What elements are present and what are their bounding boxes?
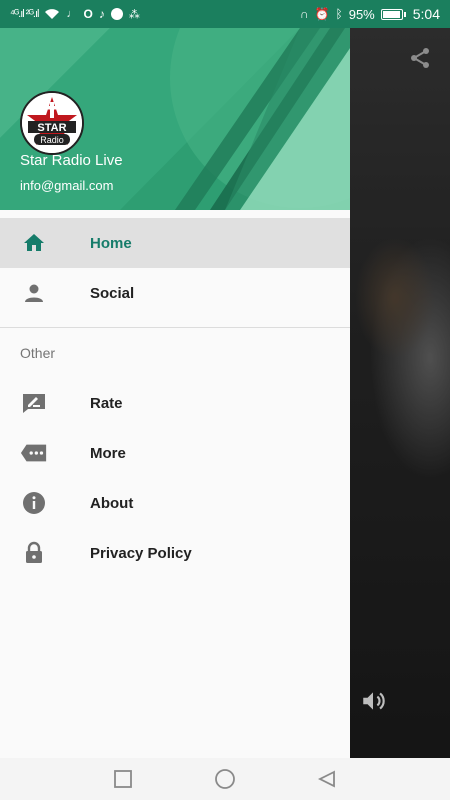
logo-text-star: STAR <box>37 122 66 134</box>
menu-item-label: About <box>90 494 134 512</box>
more-icon <box>20 439 48 467</box>
logo-text-radio: Radio <box>40 135 64 145</box>
menu-item-label: Privacy Policy <box>90 544 192 562</box>
menu-item-social[interactable]: Social <box>0 268 350 318</box>
system-nav-bar <box>0 758 450 800</box>
station-logo: STAR Radio <box>20 91 84 155</box>
back-button[interactable] <box>316 768 338 790</box>
wifi-icon <box>45 9 60 19</box>
section-title-other: Other <box>20 345 56 361</box>
notification-icon: ♩ <box>66 8 78 20</box>
volume-icon[interactable] <box>360 688 386 714</box>
music-icon: ♪ <box>98 7 105 21</box>
navigation-drawer: STAR Radio Star Radio Live info@gmail.co… <box>0 28 350 758</box>
menu-item-label: Social <box>90 284 135 302</box>
lock-icon <box>20 539 48 567</box>
signal-indicators: ⁴ᴳ.ıl ²ᴳ.ıl <box>10 8 40 20</box>
menu-item-label: Rate <box>90 394 123 412</box>
whatsapp-icon <box>110 8 123 20</box>
menu-item-label: More <box>90 444 126 462</box>
status-indicators-left: ⁴ᴳ.ıl ²ᴳ.ıl ♩ O ♪ ⁂ <box>10 7 140 21</box>
share-icon[interactable] <box>408 46 432 70</box>
menu-item-home[interactable]: Home <box>0 218 350 268</box>
app-title: Star Radio Live <box>20 152 123 169</box>
drawer-header: STAR Radio Star Radio Live info@gmail.co… <box>0 28 350 210</box>
alarm-icon: ⏰ <box>314 7 330 21</box>
triangle-back-icon <box>317 770 335 788</box>
contact-email: info@gmail.com <box>20 178 114 193</box>
battery-percent: 95% <box>348 6 375 22</box>
battery-icon <box>380 8 406 20</box>
recents-button[interactable] <box>112 768 134 790</box>
drawer-menu: Home Social Other Rate More About Privac… <box>0 210 350 578</box>
square-icon <box>114 770 132 788</box>
app-notification-icon: ⁂ <box>128 8 140 21</box>
menu-item-more[interactable]: More <box>0 428 350 478</box>
home-button[interactable] <box>214 768 236 790</box>
menu-item-rate[interactable]: Rate <box>0 378 350 428</box>
status-bar: ⁴ᴳ.ıl ²ᴳ.ıl ♩ O ♪ ⁂ ∩ ⏰ ᛒ 95% 5:04 <box>0 0 450 28</box>
headset-icon: ∩ <box>299 7 309 21</box>
menu-item-about[interactable]: About <box>0 478 350 528</box>
circle-icon <box>215 769 235 789</box>
clock: 5:04 <box>412 6 440 22</box>
bluetooth-icon: ᛒ <box>335 7 343 21</box>
menu-item-privacy-policy[interactable]: Privacy Policy <box>0 528 350 578</box>
opera-icon: O <box>83 7 93 21</box>
person-icon <box>20 279 48 307</box>
status-indicators-right: ∩ ⏰ ᛒ 95% 5:04 <box>300 6 440 22</box>
rate-icon <box>20 389 48 417</box>
info-icon <box>20 489 48 517</box>
home-icon <box>20 229 48 257</box>
menu-item-label: Home <box>90 234 132 252</box>
